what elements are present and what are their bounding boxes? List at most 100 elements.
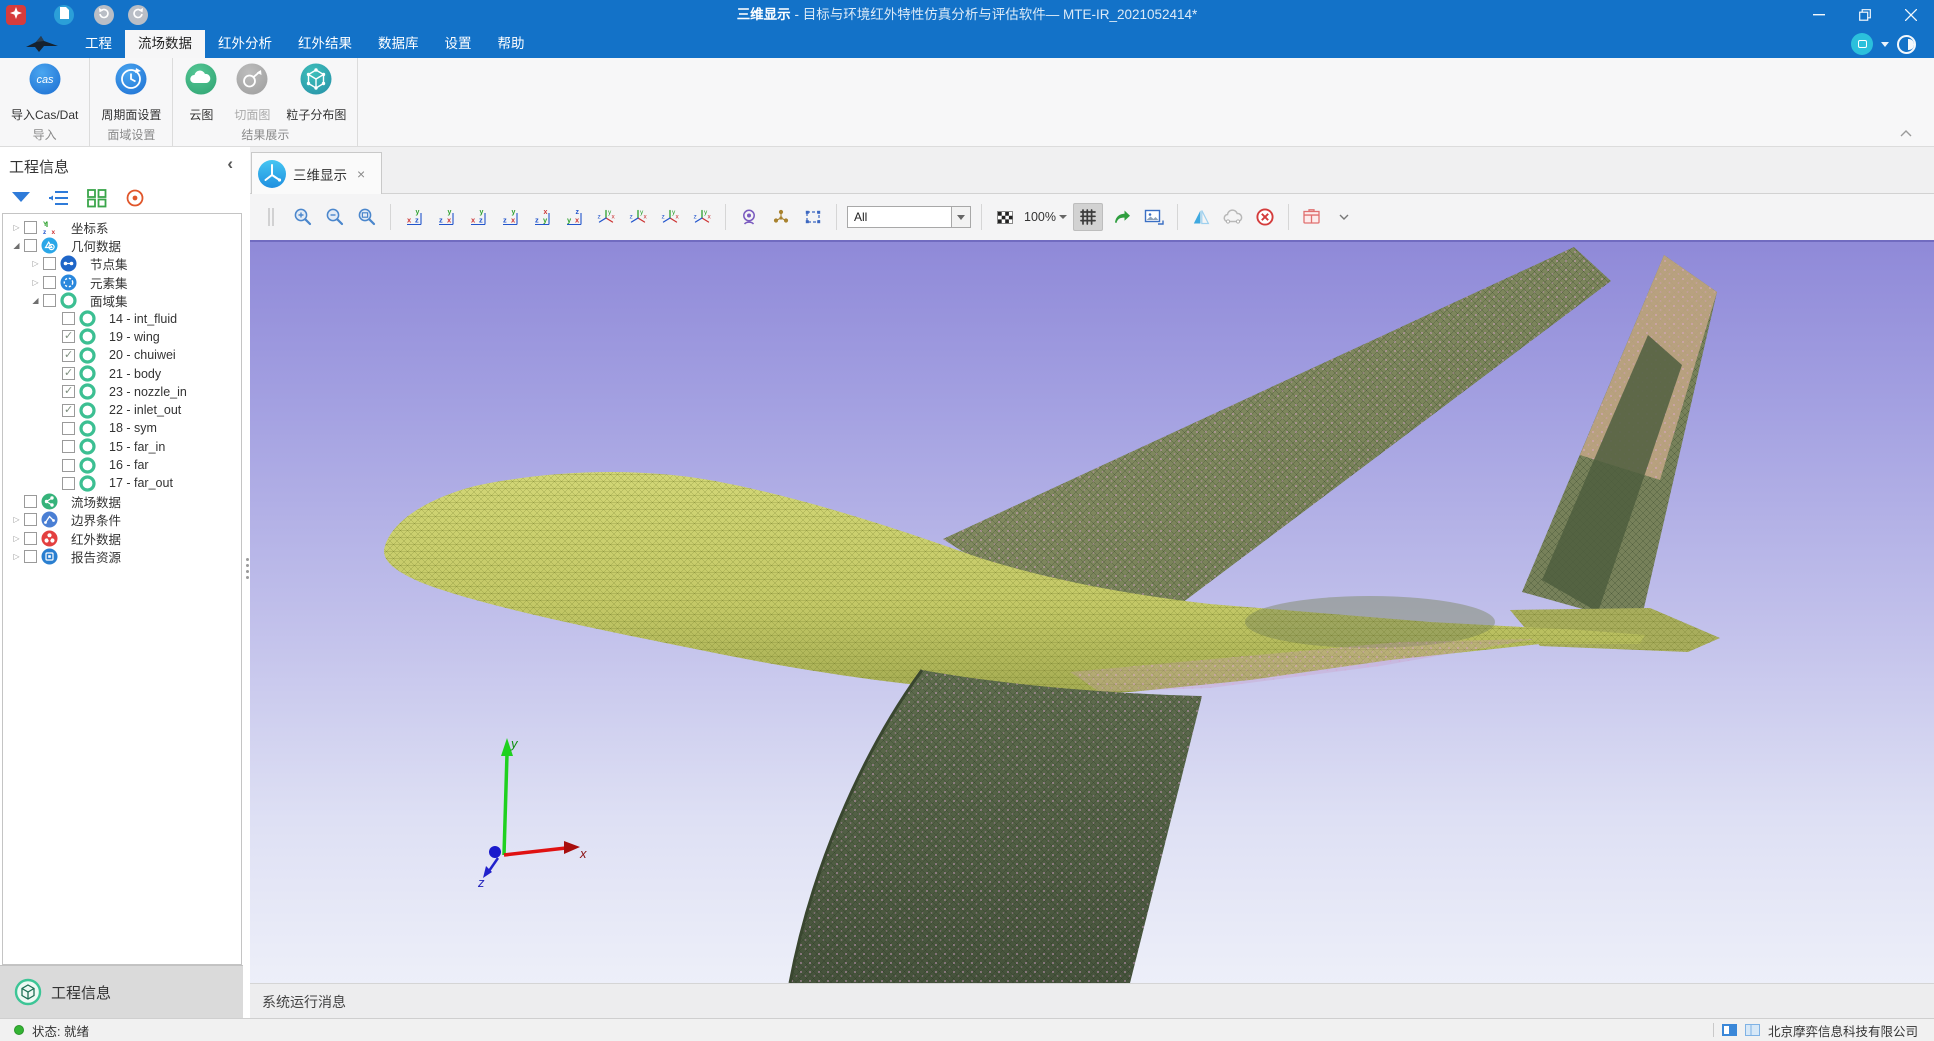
tree-expander-icon[interactable]: ▷ (9, 552, 24, 561)
zoom-out-button[interactable] (322, 203, 348, 231)
panel-layout-alt-icon[interactable] (1745, 1024, 1760, 1036)
cas-button[interactable]: cas导入Cas/Dat (3, 58, 86, 123)
tree-row[interactable]: ▷ Yzx 坐标系 (3, 218, 241, 236)
viewport-3d[interactable]: y x z (250, 240, 1934, 983)
tree-row[interactable]: 20 - chuiwei (3, 346, 241, 364)
tree-expander-icon[interactable]: ▷ (28, 259, 43, 268)
menu-item-4[interactable]: 数据库 (365, 30, 432, 58)
tab-3d-view[interactable]: 三维显示 × (251, 152, 382, 194)
toolbar-drag-handle[interactable] (258, 203, 284, 231)
cancel-button[interactable] (1252, 203, 1278, 231)
tab-close-icon[interactable]: × (357, 166, 365, 182)
lasso-button[interactable] (1220, 203, 1246, 231)
zoom-fit-button[interactable] (354, 203, 380, 231)
tree-expander-icon[interactable]: ▷ (9, 534, 24, 543)
tree-checkbox[interactable] (62, 385, 75, 398)
tree-row[interactable]: ▷ 边界条件 (3, 511, 241, 529)
tree-row[interactable]: ▷ 红外数据 (3, 529, 241, 547)
view-front-button[interactable]: xzy (401, 203, 427, 231)
tree-checkbox[interactable] (62, 459, 75, 472)
mirror-button[interactable] (1188, 203, 1214, 231)
menu-item-2[interactable]: 红外分析 (205, 30, 285, 58)
export-view-button[interactable] (1109, 203, 1135, 231)
grid-four-icon[interactable] (84, 186, 110, 210)
close-button[interactable] (1888, 0, 1934, 30)
chevron-down-icon[interactable] (1881, 42, 1889, 47)
tree-row[interactable]: 22 - inlet_out (3, 401, 241, 419)
tree-checkbox[interactable] (62, 422, 75, 435)
tree-row[interactable]: 19 - wing (3, 328, 241, 346)
toolbox-caret[interactable] (1331, 203, 1357, 231)
menu-item-3[interactable]: 红外结果 (285, 30, 365, 58)
zoom-in-button[interactable] (290, 203, 316, 231)
tree-checkbox[interactable] (62, 312, 75, 325)
restore-button[interactable] (1842, 0, 1888, 30)
tree-expander-icon[interactable]: ▷ (28, 278, 43, 287)
cloud-button[interactable]: 云图 (176, 58, 226, 123)
tree-row[interactable]: 14 - int_fluid (3, 309, 241, 327)
tree-checkbox[interactable] (62, 330, 75, 343)
tree-expander-icon[interactable]: ▷ (9, 223, 24, 232)
tree-row[interactable]: 流场数据 (3, 492, 241, 510)
combo-dropdown-button[interactable] (951, 207, 970, 227)
view-iso-2-button[interactable]: yxz (625, 203, 651, 231)
display-filter-select[interactable]: All (847, 206, 971, 228)
tree-row[interactable]: ▷ 报告资源 (3, 547, 241, 565)
tree-checkbox[interactable] (62, 367, 75, 380)
tree-checkbox[interactable] (62, 349, 75, 362)
panel-collapse-icon[interactable]: ‹ (227, 154, 233, 174)
tree-checkbox[interactable] (62, 404, 75, 417)
panel-bottom-tab[interactable]: 工程信息 (0, 965, 243, 1018)
tree-checkbox[interactable] (62, 440, 75, 453)
view-iso-1-button[interactable]: yxz (593, 203, 619, 231)
tree-checkbox[interactable] (43, 276, 56, 289)
period-button[interactable]: 周期面设置 (93, 58, 169, 123)
menu-item-0[interactable]: 工程 (72, 30, 125, 58)
tree-row[interactable]: 17 - far_out (3, 474, 241, 492)
select-box-button[interactable] (800, 203, 826, 231)
filter-icon[interactable] (8, 186, 34, 210)
opacity-pattern-button[interactable] (992, 203, 1018, 231)
tree-row[interactable]: 21 - body (3, 364, 241, 382)
tree-expander-icon[interactable]: ▷ (9, 515, 24, 524)
tree-checkbox[interactable] (24, 532, 37, 545)
tree-row[interactable]: 15 - far_in (3, 438, 241, 456)
tree-checkbox[interactable] (43, 294, 56, 307)
view-back-button[interactable]: zxy (433, 203, 459, 231)
tree-checkbox[interactable] (24, 495, 37, 508)
tree-checkbox[interactable] (24, 221, 37, 234)
menu-item-5[interactable]: 设置 (432, 30, 485, 58)
view-right-button[interactable]: zxy (497, 203, 523, 231)
theme-toggle-button[interactable] (1897, 35, 1916, 54)
particle-button[interactable]: 粒子分布图 (278, 58, 354, 123)
mesh-toggle-button[interactable] (1073, 203, 1103, 231)
screen-share-button[interactable] (1851, 33, 1873, 55)
tree-row[interactable]: ◢ 几何数据 (3, 236, 241, 254)
list-left-icon[interactable] (46, 186, 72, 210)
view-bottom-button[interactable]: yxz (561, 203, 587, 231)
tree-row[interactable]: 18 - sym (3, 419, 241, 437)
opacity-value-dropdown[interactable]: 100% (1024, 210, 1067, 224)
ribbon-collapse-icon[interactable] (1900, 124, 1912, 142)
splitter-handle[interactable] (246, 558, 249, 579)
target-icon[interactable] (122, 186, 148, 210)
tree-checkbox[interactable] (24, 239, 37, 252)
tree-checkbox[interactable] (24, 550, 37, 563)
camera-button[interactable] (736, 203, 762, 231)
tree-row[interactable]: 23 - nozzle_in (3, 383, 241, 401)
tree-expander-icon[interactable]: ◢ (28, 296, 43, 305)
toolbox-button[interactable] (1299, 203, 1325, 231)
snapshot-button[interactable] (1141, 203, 1167, 231)
tree-row[interactable]: ▷ 节点集 (3, 255, 241, 273)
particles-display-button[interactable] (768, 203, 794, 231)
tree-row[interactable]: ▷ 元素集 (3, 273, 241, 291)
tree-row[interactable]: 16 - far (3, 456, 241, 474)
tree-row[interactable]: ◢ 面域集 (3, 291, 241, 309)
tree-checkbox[interactable] (62, 477, 75, 490)
view-left-button[interactable]: xzy (465, 203, 491, 231)
view-top-button[interactable]: zyx (529, 203, 555, 231)
tree-expander-icon[interactable]: ◢ (9, 241, 24, 250)
menu-item-1[interactable]: 流场数据 (125, 30, 205, 58)
menu-item-6[interactable]: 帮助 (485, 30, 538, 58)
tree-checkbox[interactable] (24, 513, 37, 526)
